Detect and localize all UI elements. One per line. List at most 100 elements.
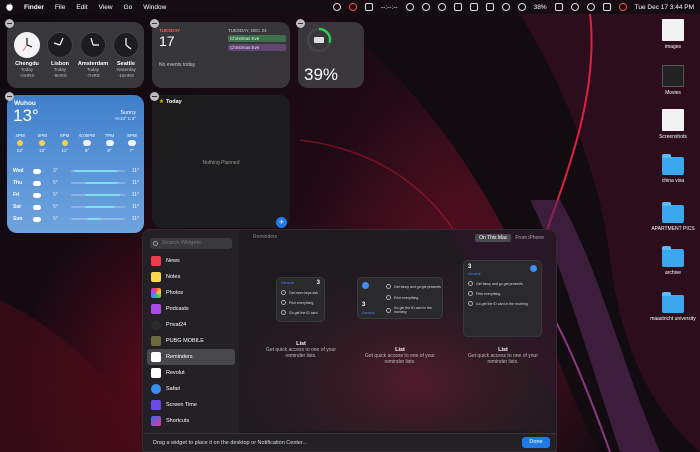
tab-on-this-mac[interactable]: On This Mac: [475, 234, 512, 242]
folder-icon: [662, 292, 684, 313]
pubg-icon: [151, 336, 161, 346]
widget-preview-large[interactable]: 3 General Get fancy and go get presents …: [463, 260, 542, 337]
movie-file-icon: [662, 65, 684, 87]
clock-icon[interactable]: [405, 3, 414, 11]
menu-app-finder[interactable]: Finder: [24, 4, 44, 11]
sidebar-item-photos[interactable]: Photos: [147, 285, 235, 301]
search-widgets-input[interactable]: [150, 238, 232, 249]
sound-icon[interactable]: [517, 3, 526, 11]
remove-widget-button[interactable]: [150, 92, 159, 101]
keyboard-icon[interactable]: [485, 3, 494, 11]
desktop-item[interactable]: china visa: [650, 153, 696, 184]
sidebar-item-safari[interactable]: Safari: [147, 381, 235, 397]
menu-window[interactable]: Window: [143, 4, 166, 11]
focus-icon[interactable]: [437, 3, 446, 11]
cloud-icon: [33, 168, 41, 174]
sidebar-item-reminders[interactable]: Reminders: [147, 349, 235, 365]
revolut-icon: [151, 368, 161, 378]
bluetooth-icon[interactable]: [501, 3, 510, 11]
battery-widget[interactable]: 39%: [298, 22, 364, 88]
today-empty-state: Nothing Planned: [202, 160, 240, 166]
source-segmented-control: On This Mac From iPhone: [475, 234, 548, 242]
play-icon[interactable]: [421, 3, 430, 11]
battery-percent[interactable]: 38%: [534, 4, 547, 11]
shortcuts-icon: [151, 416, 161, 426]
desktop-item[interactable]: Movies: [650, 65, 696, 96]
menu-bar: Finder File Edit View Go Window --:--:--…: [0, 0, 700, 14]
world-clock-widget[interactable]: Chengdu Today +0HRS Lisbon Today -8HRS A…: [7, 22, 144, 88]
timer-status[interactable]: --:--:--: [381, 4, 398, 11]
desktop-item-label: APARTMENT PICS: [651, 226, 695, 232]
clock-icon: [47, 32, 73, 58]
clock-icon: [113, 32, 139, 58]
cloud-icon: [33, 192, 41, 198]
list-icon: [530, 265, 537, 272]
sidebar-item-podcasts[interactable]: Podcasts: [147, 301, 235, 317]
display-icon[interactable]: [469, 3, 478, 11]
control-center-icon[interactable]: [602, 3, 611, 11]
siri-icon[interactable]: [618, 3, 627, 11]
widget-caption: List Get quick access to one of your rem…: [467, 347, 539, 365]
weather-day-row: Thu 5° 11°: [13, 180, 139, 186]
desktop-item-label: Movies: [665, 90, 681, 96]
apple-icon[interactable]: [6, 2, 14, 12]
wifi-icon[interactable]: [570, 3, 579, 11]
gallery-app-title: Reminders: [253, 234, 278, 240]
photos-icon: [151, 288, 161, 298]
desktop-item[interactable]: Screenshots: [650, 109, 696, 140]
folder-icon: [662, 154, 684, 175]
cancel-icon[interactable]: [349, 3, 357, 11]
spotlight-icon[interactable]: [586, 3, 595, 11]
desktop-item[interactable]: images: [650, 19, 696, 50]
widget-preview-medium[interactable]: 3 General Get fancy and go get presents …: [357, 277, 443, 319]
desktop-item-label: images: [664, 44, 682, 50]
sidebar-item-privat24[interactable]: Privat24: [147, 317, 235, 333]
weather-day-row: Wed 3° 11°: [13, 168, 139, 174]
sidebar-item-shortcuts[interactable]: Shortcuts: [147, 413, 235, 429]
remove-widget-button[interactable]: [5, 92, 14, 101]
calendar-widget[interactable]: TUESDAY 17 TUESDAY, DEC 24 Christmas Eve…: [152, 22, 290, 88]
calendar-event: Christmas Eve: [228, 44, 286, 51]
sidebar-item-notes[interactable]: Notes: [147, 269, 235, 285]
search-icon: [153, 241, 158, 246]
menu-edit[interactable]: Edit: [76, 4, 87, 11]
remove-widget-button[interactable]: [5, 19, 14, 28]
calendar-no-events: No events today: [159, 62, 196, 68]
hand-icon[interactable]: [365, 3, 373, 11]
notes-icon: [151, 272, 161, 282]
remove-widget-button[interactable]: [150, 19, 159, 28]
battery-ring-icon: [306, 27, 332, 53]
sidebar-item-news[interactable]: News: [147, 253, 235, 269]
weather-hour: 6PM 11°: [60, 133, 70, 153]
desktop-item[interactable]: APARTMENT PICS: [650, 201, 696, 232]
sidebar-item-screen-time[interactable]: Screen Time: [147, 397, 235, 413]
today-widget[interactable]: ★ Today Nothing Planned: [152, 95, 290, 228]
record-icon[interactable]: [333, 3, 341, 11]
footer-hint: Drag a widget to place it on the desktop…: [153, 440, 308, 446]
cloud-icon: [33, 216, 41, 222]
sidebar-item-pubg[interactable]: PUBG MOBILE: [147, 333, 235, 349]
widget-preview-small[interactable]: General 3 Get mom keys ash Print everyth…: [276, 277, 325, 322]
desktop-item[interactable]: maastricht university: [650, 291, 696, 322]
moon-icon: [127, 140, 136, 146]
add-widget-button[interactable]: +: [276, 217, 287, 228]
done-button[interactable]: Done: [522, 437, 550, 448]
weather-temp: 13°: [13, 106, 39, 125]
widget-caption: List Get quick access to one of your rem…: [364, 347, 436, 365]
tab-from-iphone[interactable]: From iPhone: [511, 234, 548, 242]
sun-icon: [17, 140, 23, 146]
battery-icon[interactable]: [554, 3, 563, 11]
desktop-item[interactable]: archive: [650, 245, 696, 276]
clock-icon: [80, 32, 106, 58]
gallery-footer: Drag a widget to place it on the desktop…: [143, 433, 556, 451]
weather-widget[interactable]: Wuhou 13° Sunny H:13° L:4° 4PM 13° 5PM 13°…: [7, 95, 144, 233]
menu-clock[interactable]: Tue Dec 17 3:44 PM: [635, 4, 694, 11]
menu-view[interactable]: View: [99, 4, 113, 11]
desktop-item-label: china visa: [661, 178, 685, 184]
remove-widget-button[interactable]: [296, 19, 305, 28]
menu-go[interactable]: Go: [124, 4, 133, 11]
sidebar-item-revolut[interactable]: Revolut: [147, 365, 235, 381]
stack-icon[interactable]: [453, 3, 462, 11]
menu-file[interactable]: File: [55, 4, 65, 11]
weather-hour: 8PM 7°: [127, 133, 137, 153]
